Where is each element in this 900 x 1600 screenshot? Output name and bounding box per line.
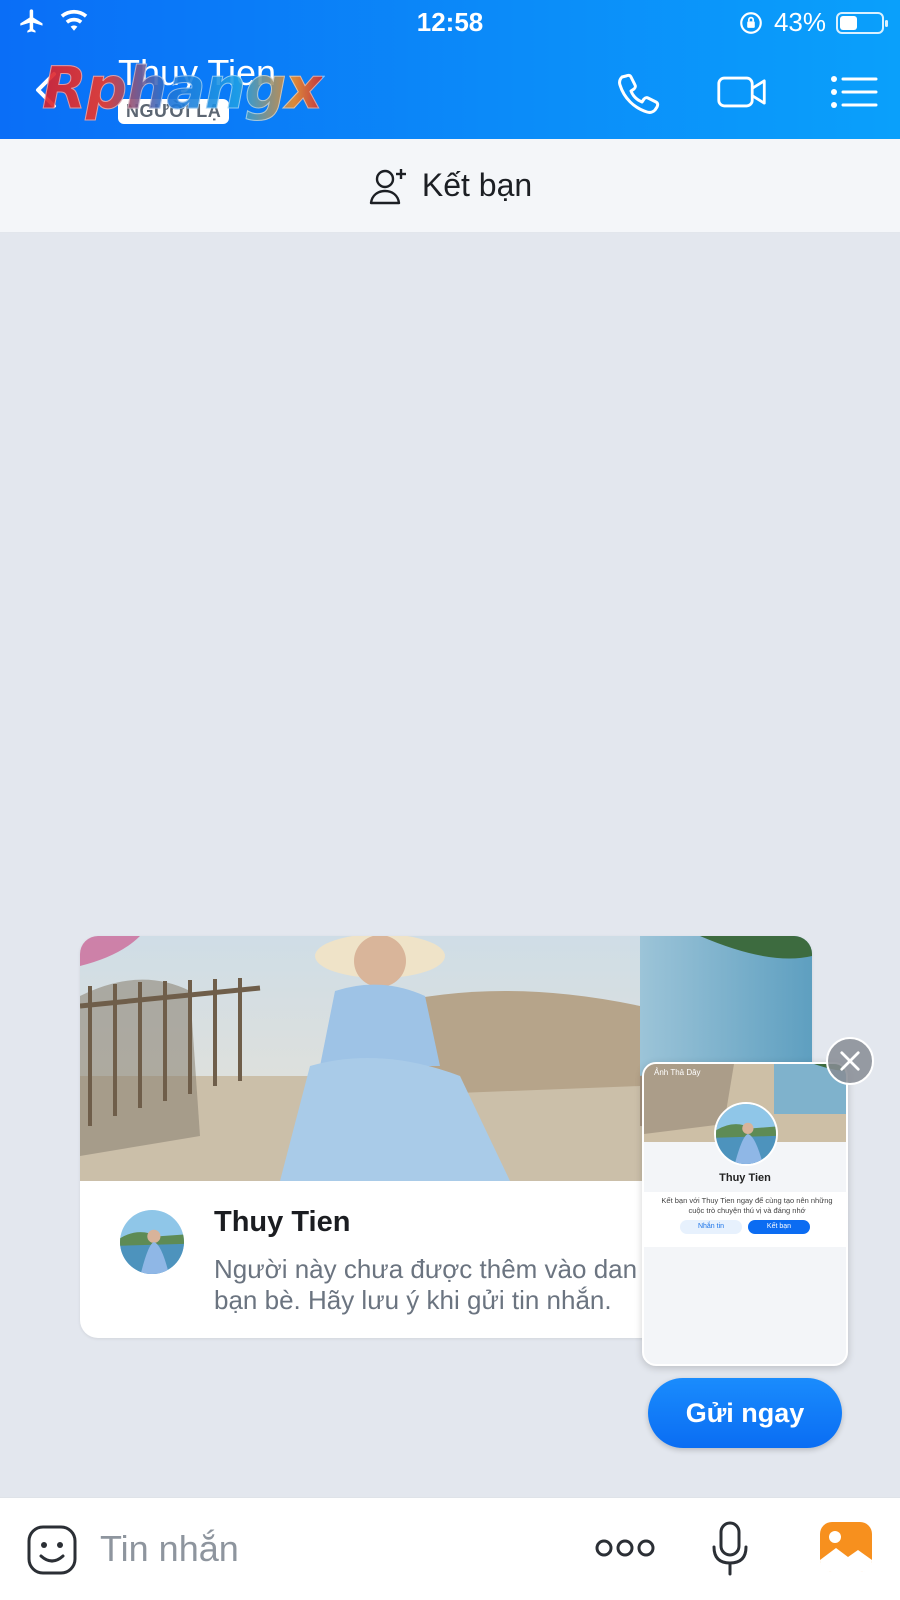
preview-avatar [714, 1102, 778, 1166]
preview-text: Kết bạn với Thuy Tien ngay để cùng tạo n… [661, 1196, 833, 1215]
preview-name: Thuy Tien [719, 1172, 771, 1184]
preview-message-button: Nhắn tin [680, 1220, 742, 1234]
emoji-icon[interactable] [26, 1524, 78, 1576]
menu-list-icon[interactable] [828, 68, 880, 116]
orientation-lock-icon [740, 11, 762, 34]
battery-icon [836, 11, 888, 34]
add-friend-label: Kết bạn [421, 167, 533, 203]
card-contact-name: Thuy Tien [214, 1206, 351, 1238]
video-call-icon[interactable] [716, 68, 768, 116]
microphone-icon[interactable] [710, 1520, 750, 1578]
close-icon[interactable] [826, 1037, 874, 1085]
stranger-badge: NGƯỜI LẠ [118, 99, 230, 124]
more-icon[interactable] [594, 1530, 656, 1566]
message-composer [0, 1497, 900, 1600]
status-bar: 12:58 43% [0, 0, 900, 46]
send-now-button[interactable]: Gửi ngay [648, 1378, 842, 1448]
image-icon[interactable] [818, 1520, 874, 1574]
preview-add-friend-button: Kết bạn [748, 1220, 810, 1234]
contact-avatar[interactable] [118, 1208, 186, 1276]
contact-name[interactable]: Thuy Tien [118, 52, 276, 94]
preview-cover-label: Ảnh Thả Dây [654, 1068, 701, 1077]
chat-header: Thuy Tien NGƯỜI LẠ Rphangx [0, 46, 900, 139]
battery-percent: 43% [773, 7, 826, 37]
preview-body: Kết bạn với Thuy Tien ngay để cùng tạo n… [644, 1192, 846, 1247]
phone-icon[interactable] [612, 68, 664, 116]
add-user-icon [369, 168, 406, 204]
back-icon[interactable] [28, 68, 68, 112]
friend-request-preview[interactable]: Ảnh Thả Dây Thuy Tien Kết bạn với Thuy T… [642, 1062, 848, 1366]
add-friend-button[interactable]: Kết bạn [0, 139, 900, 233]
message-input[interactable] [100, 1520, 540, 1578]
